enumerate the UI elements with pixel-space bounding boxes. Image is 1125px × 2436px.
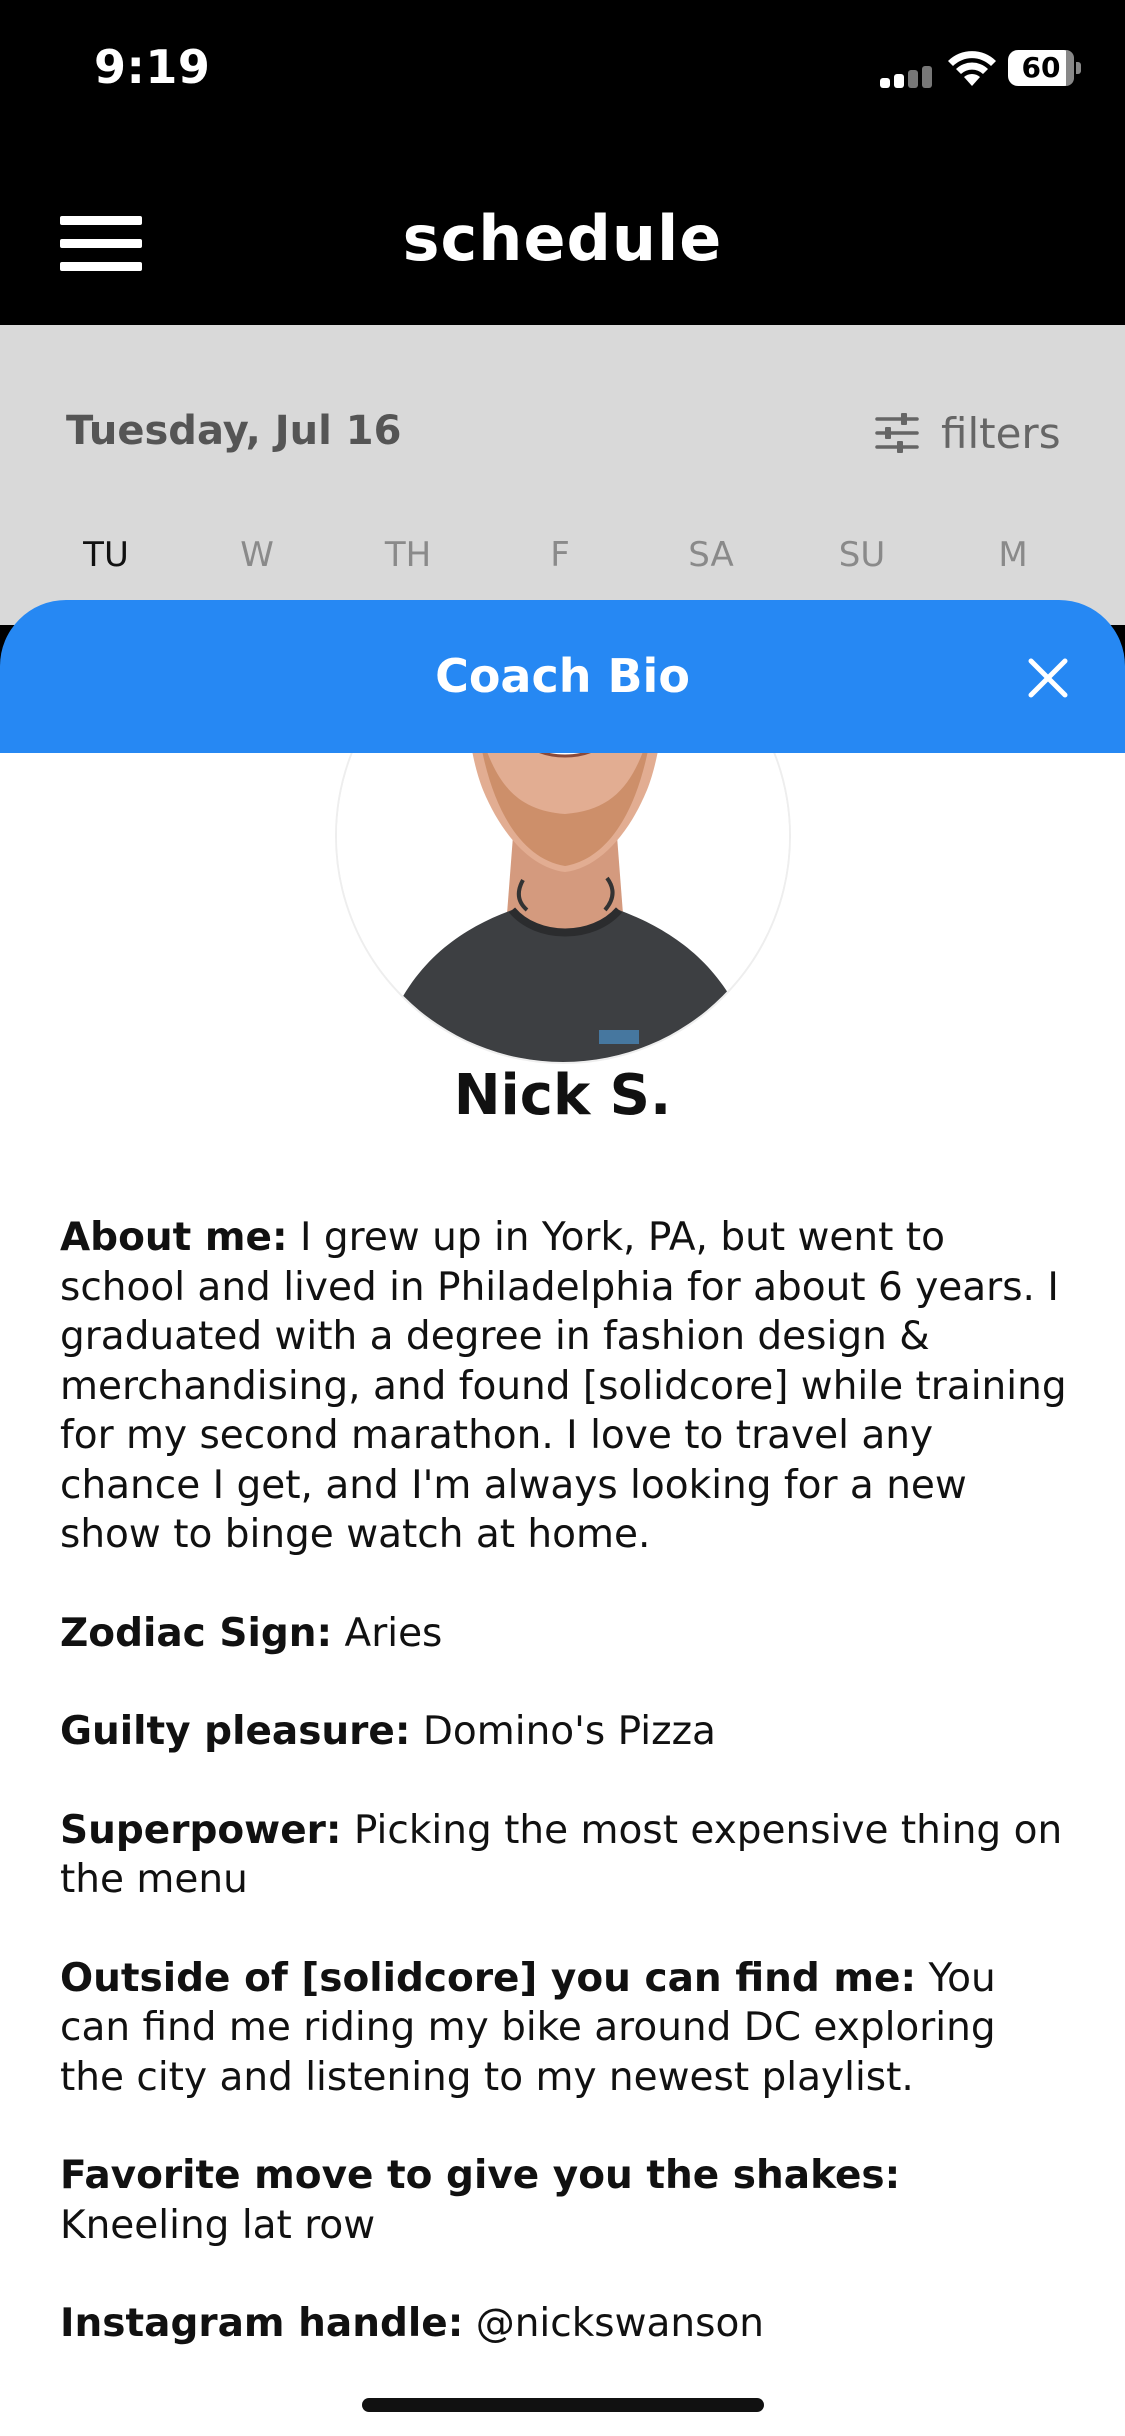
- bio-favorite-move: Favorite move to give you the shakes: Kn…: [60, 2151, 1070, 2250]
- app-header: schedule: [0, 140, 1125, 325]
- bio-zodiac-sign: Zodiac Sign: Aries: [60, 1609, 1070, 1659]
- bio-superpower: Superpower: Picking the most expensive t…: [60, 1806, 1070, 1905]
- day-tab-su[interactable]: SU: [802, 535, 922, 575]
- bio-value: Aries: [344, 1610, 443, 1656]
- status-bar: 9:19 60: [0, 0, 1125, 140]
- bio-outside-solidcore: Outside of [solidcore] you can find me: …: [60, 1954, 1070, 2103]
- sheet-title: Coach Bio: [435, 649, 690, 703]
- bio-label: Guilty pleasure:: [60, 1709, 411, 1754]
- day-tab-f[interactable]: F: [500, 535, 620, 575]
- bio-label: Zodiac Sign:: [60, 1610, 333, 1656]
- bio-label: Instagram handle:: [60, 2301, 464, 2346]
- filters-button[interactable]: filters: [875, 405, 1061, 461]
- coach-bio-sheet: Nick S. About me: I grew up in York, PA,…: [0, 753, 1125, 2436]
- filters-label: filters: [941, 408, 1061, 458]
- wifi-icon: [948, 51, 996, 86]
- instagram-handle[interactable]: @nickswanson: [476, 2301, 764, 2346]
- battery-icon: 60: [1008, 50, 1081, 86]
- coach-bio-text: About me: I grew up in York, PA, but wen…: [60, 1213, 1070, 2398]
- selected-date: Tuesday, Jul 16: [66, 408, 402, 454]
- sliders-icon: [875, 413, 919, 453]
- bio-value: Domino's Pizza: [422, 1709, 716, 1754]
- day-tab-tu[interactable]: TU: [46, 535, 166, 575]
- page-title: schedule: [402, 202, 723, 275]
- bio-value: I grew up in York, PA, but went to schoo…: [60, 1215, 1067, 1557]
- home-indicator[interactable]: [362, 2398, 764, 2412]
- day-tab-m[interactable]: M: [953, 535, 1073, 575]
- bio-instagram-handle: Instagram handle: @nickswanson: [60, 2299, 1070, 2349]
- day-tab-th[interactable]: TH: [348, 535, 468, 575]
- coach-bio-sheet-header: Coach Bio: [0, 600, 1125, 753]
- coach-avatar: [335, 753, 791, 1064]
- battery-level: 60: [1021, 51, 1061, 84]
- cellular-signal-icon: [880, 66, 936, 88]
- day-tab-sa[interactable]: SA: [651, 535, 771, 575]
- coach-name: Nick S.: [453, 1063, 672, 1128]
- close-icon[interactable]: [1022, 652, 1074, 704]
- bio-about-me: About me: I grew up in York, PA, but wen…: [60, 1213, 1070, 1560]
- bio-guilty-pleasure: Guilty pleasure: Domino's Pizza: [60, 1707, 1070, 1757]
- bio-value: Kneeling lat row: [60, 2202, 376, 2248]
- day-tab-w[interactable]: W: [197, 535, 317, 575]
- bio-label: Superpower:: [60, 1807, 342, 1853]
- bio-label: Favorite move to give you the shakes:: [60, 2153, 901, 2198]
- schedule-area: Tuesday, Jul 16 filters TU W TH F SA SU …: [0, 325, 1125, 625]
- bio-label: About me:: [60, 1215, 288, 1260]
- status-time: 9:19: [94, 40, 211, 94]
- bio-label: Outside of [solidcore] you can find me:: [60, 1955, 917, 2001]
